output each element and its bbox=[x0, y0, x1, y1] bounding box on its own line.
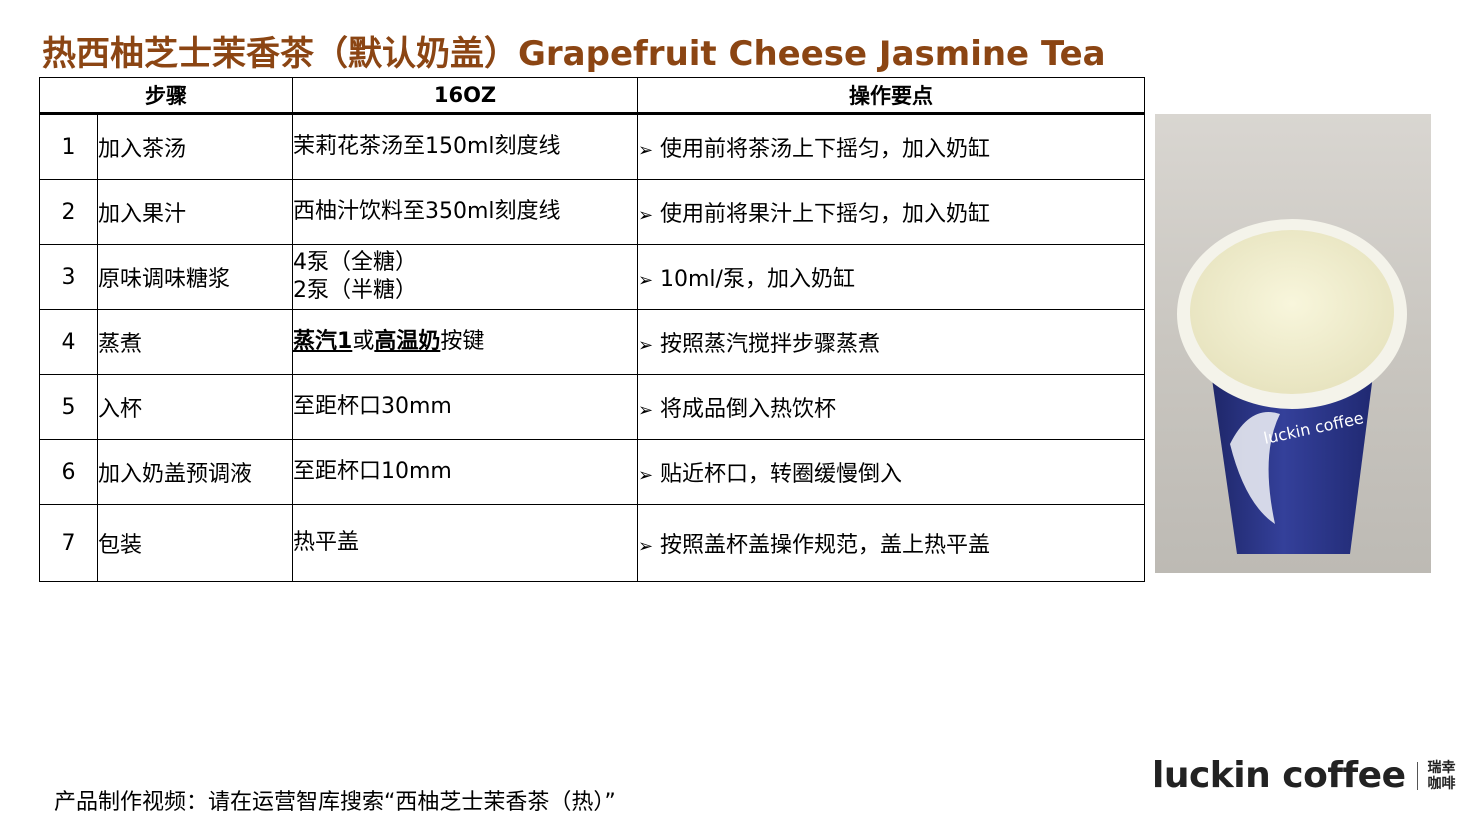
bullet-arrow-icon: ➢ bbox=[638, 335, 654, 356]
row-note-text: 10ml/泵，加入奶缸 bbox=[660, 267, 855, 292]
row-note: ➢ 使用前将茶汤上下摇匀，加入奶缸 bbox=[637, 113, 1145, 180]
bullet-arrow-icon: ➢ bbox=[638, 536, 654, 557]
header-notes: 操作要点 bbox=[637, 77, 1145, 115]
bullet-arrow-icon: ➢ bbox=[638, 140, 654, 161]
row-step: 加入茶汤 bbox=[97, 113, 293, 180]
bullet-arrow-icon: ➢ bbox=[638, 400, 654, 421]
table-row: 1 加入茶汤 茉莉花茶汤至150ml刻度线 ➢ 使用前将茶汤上下摇匀，加入奶缸 bbox=[39, 113, 1145, 180]
row-note-text: 贴近杯口，转圈缓慢倒入 bbox=[660, 462, 903, 487]
bullet-arrow-icon: ➢ bbox=[638, 205, 654, 226]
page-title: 热西柚芝士茉香茶（默认奶盖）Grapefruit Cheese Jasmine … bbox=[42, 34, 1106, 74]
row-step: 包装 bbox=[97, 504, 293, 582]
row-number: 5 bbox=[39, 374, 98, 440]
bullet-arrow-icon: ➢ bbox=[638, 270, 654, 291]
row-step: 入杯 bbox=[97, 374, 293, 440]
video-hint: 产品制作视频：请在运营智库搜索“西柚芝士茉香茶（热）” bbox=[54, 790, 616, 815]
row-note: ➢ 将成品倒入热饮杯 bbox=[637, 374, 1145, 440]
row-note-text: 按照盖杯盖操作规范，盖上热平盖 bbox=[660, 533, 991, 558]
row-spec: 至距杯口10mm bbox=[292, 439, 638, 505]
row-note-text: 使用前将果汁上下摇匀，加入奶缸 bbox=[660, 202, 991, 227]
product-photo: luckin coffee bbox=[1155, 114, 1431, 573]
bullet-arrow-icon: ➢ bbox=[638, 465, 654, 486]
row-number: 3 bbox=[39, 244, 98, 310]
row-step: 加入果汁 bbox=[97, 179, 293, 245]
row-number: 2 bbox=[39, 179, 98, 245]
row-step: 加入奶盖预调液 bbox=[97, 439, 293, 505]
row-spec-connector: 或 bbox=[352, 329, 375, 354]
row-note-text: 使用前将茶汤上下摇匀，加入奶缸 bbox=[660, 137, 991, 162]
row-spec: 西柚汁饮料至350ml刻度线 bbox=[292, 179, 638, 245]
row-note: ➢ 10ml/泵，加入奶缸 bbox=[637, 244, 1145, 310]
table-row: 7 包装 热平盖 ➢ 按照盖杯盖操作规范，盖上热平盖 bbox=[39, 504, 1145, 582]
table-row: 2 加入果汁 西柚汁饮料至350ml刻度线 ➢ 使用前将果汁上下摇匀，加入奶缸 bbox=[39, 179, 1145, 245]
row-spec: 蒸汽1或高温奶按键 bbox=[292, 309, 638, 375]
row-number: 6 bbox=[39, 439, 98, 505]
row-note: ➢ 按照盖杯盖操作规范，盖上热平盖 bbox=[637, 504, 1145, 582]
row-spec-suffix: 按键 bbox=[440, 329, 485, 354]
row-step: 蒸煮 bbox=[97, 309, 293, 375]
row-note: ➢ 使用前将果汁上下摇匀，加入奶缸 bbox=[637, 179, 1145, 245]
row-step: 原味调味糖浆 bbox=[97, 244, 293, 310]
row-spec: 至距杯口30mm bbox=[292, 374, 638, 440]
table-header-row: 步骤 16OZ 操作要点 bbox=[39, 77, 1145, 115]
hot-milk-button-name: 高温奶 bbox=[374, 329, 441, 354]
row-note-text: 将成品倒入热饮杯 bbox=[660, 397, 837, 422]
table-row: 4 蒸煮 蒸汽1或高温奶按键 ➢ 按照蒸汽搅拌步骤蒸煮 bbox=[39, 309, 1145, 375]
row-spec-line: 4泵（全糖） bbox=[293, 250, 418, 275]
row-spec-line: 2泵（半糖） bbox=[293, 278, 418, 303]
row-number: 1 bbox=[39, 113, 98, 180]
table-row: 6 加入奶盖预调液 至距杯口10mm ➢ 贴近杯口，转圈缓慢倒入 bbox=[39, 439, 1145, 505]
brand-name-cn: 瑞幸 咖啡 bbox=[1427, 760, 1457, 792]
brand-name-en: luckin coffee bbox=[1152, 755, 1406, 796]
cheese-foam bbox=[1190, 230, 1394, 394]
row-number: 7 bbox=[39, 504, 98, 582]
row-number: 4 bbox=[39, 309, 98, 375]
row-note: ➢ 贴近杯口，转圈缓慢倒入 bbox=[637, 439, 1145, 505]
brand-cn-line: 瑞幸 bbox=[1427, 759, 1456, 776]
brand-cn-line: 咖啡 bbox=[1427, 775, 1456, 792]
row-spec: 4泵（全糖） 2泵（半糖） bbox=[292, 244, 638, 310]
row-spec: 热平盖 bbox=[292, 504, 638, 582]
table-row: 3 原味调味糖浆 4泵（全糖） 2泵（半糖） ➢ 10ml/泵，加入奶缸 bbox=[39, 244, 1145, 310]
row-spec: 茉莉花茶汤至150ml刻度线 bbox=[292, 113, 638, 180]
procedure-table: 步骤 16OZ 操作要点 1 加入茶汤 茉莉花茶汤至150ml刻度线 ➢ 使用前将… bbox=[39, 77, 1145, 582]
table-row: 5 入杯 至距杯口30mm ➢ 将成品倒入热饮杯 bbox=[39, 374, 1145, 440]
header-size: 16OZ bbox=[292, 77, 638, 115]
steam-button-name: 蒸汽1 bbox=[293, 329, 353, 354]
header-step: 步骤 bbox=[39, 77, 293, 115]
luckin-logo: luckin coffee 瑞幸 咖啡 bbox=[1152, 755, 1457, 796]
row-note-text: 按照蒸汽搅拌步骤蒸煮 bbox=[660, 332, 881, 357]
brand-divider bbox=[1417, 761, 1419, 790]
cup-illustration: luckin coffee bbox=[1177, 219, 1407, 554]
row-note: ➢ 按照蒸汽搅拌步骤蒸煮 bbox=[637, 309, 1145, 375]
